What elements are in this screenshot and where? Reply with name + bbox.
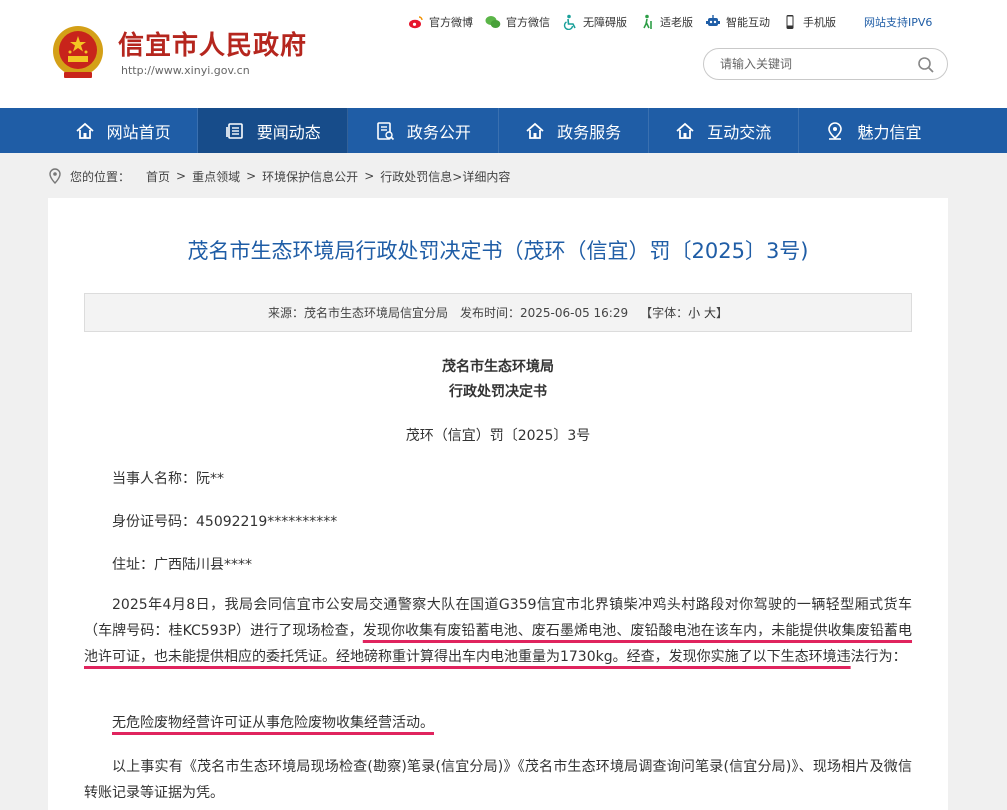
breadcrumb-home[interactable]: 首页 [146, 168, 170, 185]
breadcrumb-env-protection[interactable]: 环境保护信息公开 [262, 168, 358, 185]
main-nav: 网站首页 要闻动态 政务公开 政务服务 互动交流 魅力信宜 [0, 108, 1007, 153]
font-large-button[interactable]: 大 [704, 306, 716, 320]
quick-link-label: 适老版 [660, 16, 693, 29]
article-publish-time: 发布时间：2025-06-05 16:29 [459, 306, 629, 320]
quick-link-weibo[interactable]: 官方微博 [408, 14, 473, 30]
nav-item-charm[interactable]: 魅力信宜 [799, 108, 948, 153]
home-icon [675, 121, 695, 141]
quick-link-wechat[interactable]: 官方微信 [485, 14, 550, 30]
font-size-control: 【字体：小 大】 [640, 306, 729, 320]
article-title: 茂名市生态环境局行政处罚决定书（茂环（信宜）罚〔2025〕3号) [187, 239, 809, 263]
site-title[interactable]: 信宜市人民政府 [118, 25, 307, 62]
quick-link-label: 无障碍版 [583, 16, 627, 29]
party-name: 当事人名称：阮** [112, 471, 224, 487]
breadcrumb-prefix: 您的位置： [70, 169, 131, 184]
quick-link-label: 智能互动 [726, 16, 770, 29]
quick-link-mobile[interactable]: 手机版 [782, 14, 836, 30]
location-heart-icon [825, 121, 845, 141]
breadcrumb: 您的位置： 首页 > 重点领域 > 环境保护信息公开 > 行政处罚信息 >详细内… [48, 167, 510, 185]
quick-link-label: 官方微博 [429, 16, 473, 29]
wechat-icon [485, 14, 501, 30]
search-icon[interactable] [917, 56, 935, 74]
news-icon [225, 121, 245, 141]
doc-type: 行政处罚决定书 [449, 384, 547, 400]
nav-item-open-gov[interactable]: 政务公开 [348, 108, 499, 153]
nav-item-label: 魅力信宜 [857, 122, 922, 142]
org-name: 茂名市生态环境局 [442, 359, 554, 375]
quick-link-label: 手机版 [803, 16, 836, 29]
site-header: 信宜市人民政府 http://www.xinyi.gov.cn 官方微博 官方微… [0, 0, 1007, 108]
article-source: 来源：茂名市生态环境局信宜分局 [267, 306, 448, 320]
elderly-icon [639, 14, 655, 30]
nav-item-label: 网站首页 [106, 122, 171, 142]
facts-paragraph: 2025年4月8日，我局会同信宜市公安局交通警察大队在国道G359信宜市北界镇柴… [84, 597, 913, 665]
party-address: 住址：广西陆川县**** [112, 557, 252, 573]
article-container: 茂名市生态环境局行政处罚决定书（茂环（信宜）罚〔2025〕3号) 来源：茂名市生… [48, 198, 948, 810]
breadcrumb-key-areas[interactable]: 重点领域 [192, 168, 240, 185]
quick-links: 官方微博 官方微信 无障碍版 适老版 智能互动 手机版 [408, 12, 848, 32]
location-pin-icon [49, 168, 61, 184]
nav-item-label: 互动交流 [707, 122, 772, 142]
site-url: http://www.xinyi.gov.cn [121, 64, 250, 77]
breadcrumb-current: >详细内容 [452, 169, 511, 184]
mobile-phone-icon [782, 14, 798, 30]
violation-statement: 无危险废物经营许可证从事危险废物收集经营活动。 [112, 715, 434, 731]
doc-number: 茂环（信宜）罚〔2025〕3号 [405, 428, 591, 444]
nav-item-services[interactable]: 政务服务 [499, 108, 649, 153]
home-icon [75, 121, 95, 141]
nav-item-interaction[interactable]: 互动交流 [649, 108, 799, 153]
nav-item-label: 政务服务 [557, 122, 622, 142]
home-icon [525, 121, 545, 141]
breadcrumb-admin-penalty[interactable]: 行政处罚信息 [380, 168, 452, 185]
id-number: 身份证号码：45092219********** [112, 514, 338, 530]
article-meta: 来源：茂名市生态环境局信宜分局 发布时间：2025-06-05 16:29 【字… [84, 293, 912, 332]
nav-item-label: 要闻动态 [256, 122, 321, 142]
robot-icon [705, 14, 721, 30]
nav-item-label: 政务公开 [406, 122, 471, 142]
search-box [703, 48, 948, 80]
wheelchair-icon [562, 14, 578, 30]
quick-link-label: 官方微信 [506, 16, 550, 29]
weibo-icon [408, 14, 424, 30]
quick-link-ai[interactable]: 智能互动 [705, 14, 770, 30]
ipv6-support-text: 网站支持IPV6 [864, 16, 933, 29]
font-small-button[interactable]: 小 [688, 306, 700, 320]
evidence-paragraph: 以上事实有《茂名市生态环境局现场检查(勘察)笔录(信宜分局)》《茂名市生态环境局… [84, 759, 912, 801]
nav-item-home[interactable]: 网站首页 [48, 108, 199, 153]
search-input[interactable] [720, 55, 910, 73]
national-emblem-icon [53, 26, 103, 78]
quick-link-elderly[interactable]: 适老版 [639, 14, 693, 30]
document-icon [375, 121, 395, 141]
quick-link-accessible[interactable]: 无障碍版 [562, 14, 627, 30]
nav-item-news[interactable]: 要闻动态 [198, 108, 349, 153]
